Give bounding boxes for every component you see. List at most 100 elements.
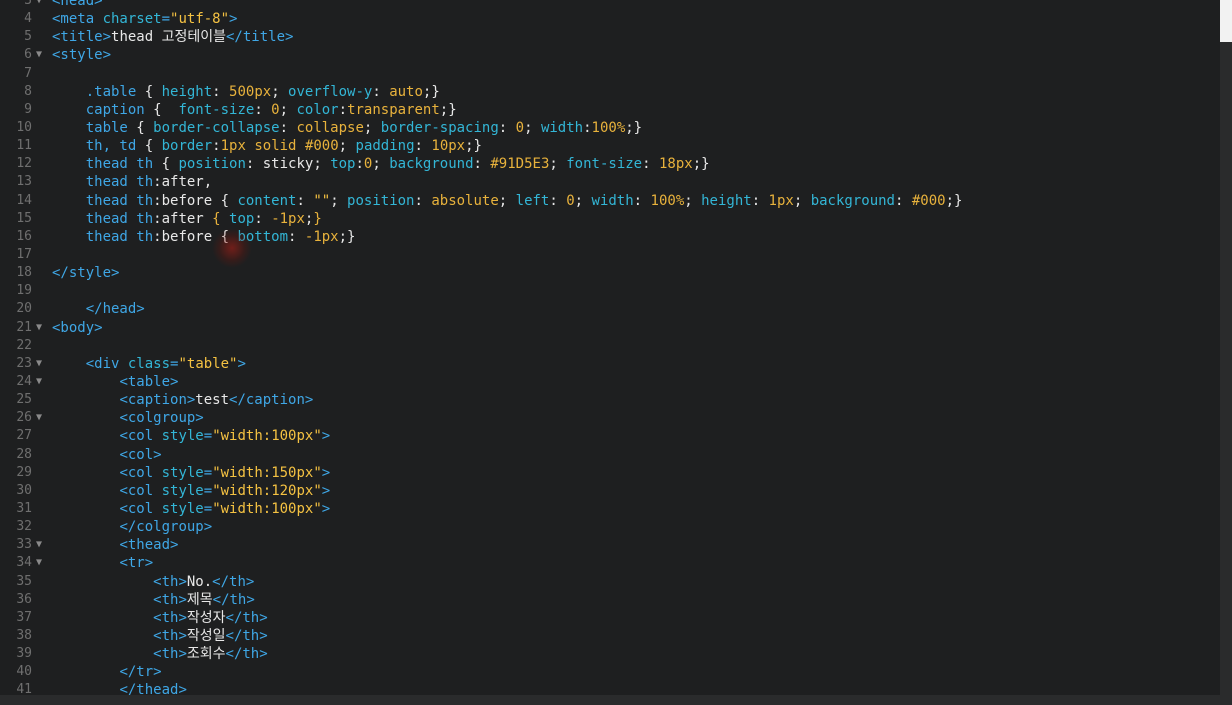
line-number: 26 — [16, 410, 32, 426]
code-line[interactable]: 38 <th>작성일</th> — [0, 627, 1220, 645]
code-line[interactable]: 9 caption { font-size: 0; color:transpar… — [0, 101, 1220, 119]
fold-toggle-icon[interactable]: ▼ — [36, 536, 46, 554]
code-text: thead th { position: sticky; top:0; back… — [52, 155, 710, 173]
code-token: { — [136, 138, 162, 155]
code-line[interactable]: 21 ▼ <body> — [0, 319, 1220, 337]
code-token: : — [895, 192, 912, 209]
code-line[interactable]: 19 — [0, 282, 1220, 300]
code-line[interactable]: 31 <col style="width:100px"> — [0, 500, 1220, 518]
code-token: </th> — [225, 609, 268, 626]
code-line[interactable]: 23 ▼ <div class="table"> — [0, 355, 1220, 373]
code-line[interactable]: 40 </tr> — [0, 663, 1220, 681]
code-line[interactable]: 16 thead th:before { bottom: -1px;} — [0, 228, 1220, 246]
code-token: 10px — [431, 138, 466, 155]
code-line[interactable]: 20 </head> — [0, 300, 1220, 318]
code-text: <style> — [52, 46, 111, 64]
code-line[interactable]: 24 ▼ <table> — [0, 373, 1220, 391]
line-number: 40 — [16, 664, 32, 680]
fold-toggle-icon[interactable]: ▼ — [36, 319, 46, 337]
code-token: </tr> — [119, 664, 162, 681]
code-line[interactable]: 5 <title>thead 고정테이블</title> — [0, 28, 1220, 46]
code-line[interactable]: 25 <caption>test</caption> — [0, 391, 1220, 409]
code-line[interactable]: 11 th, td { border:1px solid #000; paddi… — [0, 137, 1220, 155]
code-line[interactable]: 28 <col> — [0, 446, 1220, 464]
line-number: 19 — [16, 283, 32, 299]
code-line[interactable]: 27 <col style="width:100px"> — [0, 427, 1220, 445]
code-token: = — [203, 500, 213, 517]
code-token: ; — [793, 192, 811, 209]
code-token: top — [229, 210, 255, 227]
code-token: :after — [153, 210, 213, 227]
code-token: <col — [119, 482, 162, 499]
code-token: "width:120px" — [212, 482, 322, 499]
line-number: 23 — [16, 355, 32, 371]
code-token: 작성일 — [186, 627, 226, 644]
fold-toggle-icon[interactable]: ▼ — [36, 46, 46, 64]
code-text: <col style="width:100px"> — [52, 500, 330, 518]
code-line[interactable]: 34 ▼ <tr> — [0, 554, 1220, 572]
code-token: 0 — [566, 192, 575, 209]
code-line[interactable]: 18 </style> — [0, 264, 1220, 282]
code-line[interactable]: 29 <col style="width:150px"> — [0, 464, 1220, 482]
fold-toggle-icon[interactable]: ▼ — [36, 554, 46, 572]
fold-toggle-icon[interactable]: ▼ — [36, 355, 46, 373]
scrollbar-thumb[interactable] — [1220, 0, 1232, 42]
code-line[interactable]: 30 <col style="width:120px"> — [0, 482, 1220, 500]
code-line[interactable]: 33 ▼ <thead> — [0, 536, 1220, 554]
code-editor[interactable]: 3 ▼ <head> 4 <meta charset="utf-8"> 5 <title>t… — [0, 0, 1220, 705]
code-line[interactable]: 14 thead th:before { content: ""; positi… — [0, 192, 1220, 210]
code-token: ; — [271, 83, 289, 100]
code-line[interactable]: 7 — [0, 65, 1220, 83]
code-line[interactable]: 37 <th>작성자</th> — [0, 609, 1220, 627]
code-line[interactable]: 4 <meta charset="utf-8"> — [0, 10, 1220, 28]
fold-toggle-icon[interactable]: ▼ — [36, 0, 46, 10]
code-line[interactable]: 22 — [0, 337, 1220, 355]
code-line[interactable]: 8 .table { height: 500px; overflow-y: au… — [0, 83, 1220, 101]
line-number: 30 — [16, 482, 32, 498]
code-line[interactable]: 15 thead th:after { top: -1px;} — [0, 210, 1220, 228]
code-token: ; — [574, 192, 592, 209]
code-token: ;} — [422, 83, 440, 100]
line-number: 21 — [16, 319, 32, 335]
code-token: left — [515, 192, 550, 209]
code-line[interactable]: 6 ▼ <style> — [0, 46, 1220, 64]
horizontal-scrollbar[interactable] — [0, 695, 1220, 705]
line-number: 10 — [16, 119, 32, 135]
code-line[interactable]: 3 ▼ <head> — [0, 0, 1220, 10]
code-line[interactable]: 35 <th>No.</th> — [0, 573, 1220, 591]
code-token: : — [498, 119, 516, 136]
code-line[interactable]: 32 </colgroup> — [0, 518, 1220, 536]
code-token: <col — [119, 500, 162, 517]
code-line[interactable]: 13 thead th:after, — [0, 173, 1220, 191]
code-line[interactable]: 10 table { border-collapse: collapse; bo… — [0, 119, 1220, 137]
code-lines[interactable]: 3 ▼ <head> 4 <meta charset="utf-8"> 5 <title>t… — [0, 0, 1220, 699]
code-token: ; — [684, 192, 702, 209]
code-line[interactable]: 39 <th>조회수</th> — [0, 645, 1220, 663]
code-line[interactable]: 26 ▼ <colgroup> — [0, 409, 1220, 427]
line-number: 13 — [16, 174, 32, 190]
code-token: 100% — [591, 119, 626, 136]
code-line[interactable]: 12 thead th { position: sticky; top:0; b… — [0, 155, 1220, 173]
fold-toggle-icon[interactable]: ▼ — [36, 409, 46, 427]
line-number: 25 — [16, 392, 32, 408]
code-line[interactable]: 36 <th>제목</th> — [0, 591, 1220, 609]
code-token: : — [473, 156, 491, 173]
code-text: <col> — [52, 446, 161, 464]
code-text: th, td { border:1px solid #000; padding:… — [52, 137, 482, 155]
vertical-scrollbar[interactable] — [1220, 0, 1232, 705]
code-line[interactable]: 17 — [0, 246, 1220, 264]
code-token: : — [254, 101, 272, 118]
code-token: .table — [85, 83, 137, 100]
fold-toggle-icon[interactable]: ▼ — [36, 373, 46, 391]
code-token: caption — [85, 101, 145, 118]
code-token: 100% — [650, 192, 685, 209]
code-token: -1px — [304, 228, 339, 245]
code-token: "" — [313, 192, 331, 209]
code-token: { — [153, 156, 179, 173]
